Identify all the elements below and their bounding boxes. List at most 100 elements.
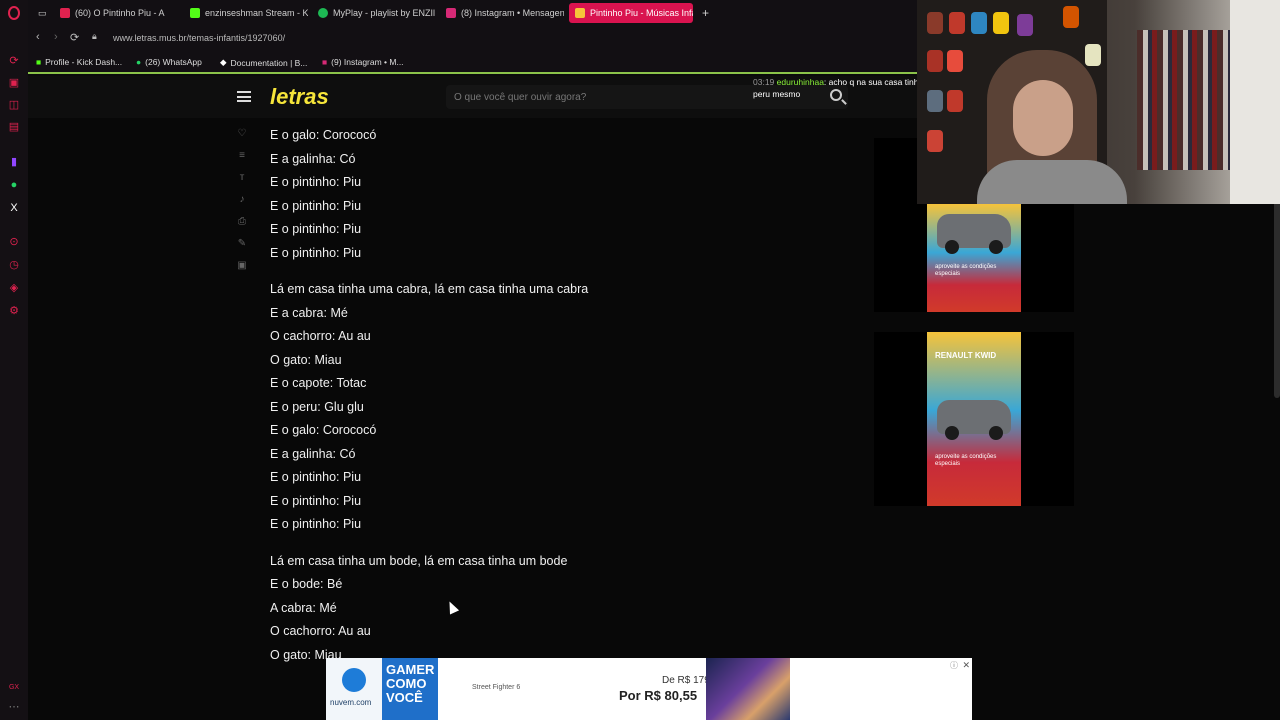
clothes-rack <box>1137 30 1237 170</box>
menu-icon[interactable] <box>237 91 251 102</box>
font-size-icon[interactable]: т <box>234 172 250 194</box>
ad-new-price: Por R$ 80,55 <box>619 688 698 703</box>
tab-instagram[interactable]: (8) Instagram • Mensagen <box>440 3 564 23</box>
car-image <box>937 214 1011 254</box>
instagram-icon <box>446 8 456 18</box>
gx-icon[interactable]: GX <box>7 680 21 694</box>
tab-label: enzinseshman Stream - K <box>205 8 308 18</box>
stanza-break <box>270 537 830 550</box>
lyric-line: E o pintinho: Piu <box>270 198 362 213</box>
cloud-icon <box>342 668 366 692</box>
lyric-line: A cabra: Mé <box>270 600 337 615</box>
bookmarks-bar: ■ Profile - Kick Dash... ● (26) WhatsApp ◆… <box>28 52 918 74</box>
kick-icon: ■ <box>36 57 42 67</box>
more-icon[interactable]: ⋯ <box>7 700 21 714</box>
gear-icon[interactable]: ⚙ <box>7 304 21 318</box>
x-icon[interactable]: X <box>7 201 21 215</box>
lyric-line: E o peru: Glu glu <box>270 399 364 414</box>
lyric-line: Lá em casa tinha um bode, lá em casa tin… <box>270 553 568 568</box>
address-bar: ‹ › ⟳ 🔒︎ www.letras.mus.br/temas-infanti… <box>28 26 918 52</box>
playlist-icon[interactable]: ≡ <box>234 150 250 172</box>
lyric-line: E o galo: Corococó <box>270 128 377 142</box>
tab-label: MyPlay - playlist by ENZIl <box>333 8 436 18</box>
guitar-icon[interactable]: ♪ <box>234 194 250 216</box>
ad-caption: aproveite as condições especiais <box>935 264 997 277</box>
tab-pintinho-youtube[interactable]: (60) O Pintinho Piu - A <box>54 3 178 23</box>
ad-caption: aproveite as condições especiais <box>935 454 997 467</box>
side-ad-2[interactable]: RENAULT KWID aproveite as condições espe… <box>874 332 1074 506</box>
box-icon[interactable]: ▤ <box>7 120 21 134</box>
lyric-line: E o pintinho: Piu <box>270 493 362 508</box>
forward-icon[interactable]: › <box>54 31 58 43</box>
whatsapp-icon: ● <box>136 57 142 67</box>
ad-logo-text: nuvem.com <box>330 698 372 707</box>
back-icon[interactable]: ‹ <box>36 31 40 43</box>
bookmark-label: Documentation | B... <box>230 57 308 68</box>
tab-letras[interactable]: Pintinho Piu - Músicas Infa <box>569 3 693 23</box>
tab-kick-stream[interactable]: enzinseshman Stream - K <box>184 3 308 23</box>
ad-brand: RENAULT KWID <box>935 351 997 360</box>
bookmark-documentation[interactable]: ◆ Documentation | B... <box>220 57 307 68</box>
bookmark-instagram[interactable]: ■ (9) Instagram • M... <box>322 57 404 67</box>
cube-icon[interactable]: ◈ <box>7 281 21 295</box>
tab-label: (60) O Pintinho Piu - A <box>75 8 165 18</box>
bag-icon[interactable]: ▣ <box>7 76 21 90</box>
stream-chat-overlay: 03:19 eduruhinhaa: acho q na sua casa ti… <box>753 77 938 99</box>
lyric-line: E o capote: Totac <box>270 376 367 390</box>
tab-label: Pintinho Piu - Músicas Infa <box>590 8 693 18</box>
lyric-line: E o bode: Bé <box>270 577 343 591</box>
ad-old-price: De R$ 179 <box>662 675 710 686</box>
lyric-line: E a galinha: Có <box>270 446 356 461</box>
print-icon[interactable]: ⎙ <box>234 216 250 238</box>
bookmark-kick[interactable]: ■ Profile - Kick Dash... <box>36 57 122 67</box>
webcam-overlay <box>917 0 1280 204</box>
lyric-line: E o pintinho: Piu <box>270 175 362 189</box>
ad-image: aproveite as condições especiais <box>927 204 1021 312</box>
lyric-line: E o pintinho: Piu <box>270 470 362 484</box>
tab-switcher-icon[interactable]: ▭ <box>32 3 46 23</box>
scrollbar[interactable] <box>1274 186 1280 398</box>
search-input[interactable]: O que você quer ouvir agora? <box>454 92 586 103</box>
tab-myplay[interactable]: MyPlay - playlist by ENZIl <box>312 3 436 23</box>
letras-logo[interactable]: letras <box>270 84 329 110</box>
bottom-banner-ad[interactable]: nuvem.com GAMER COMO VOCÊ Street Fighter… <box>326 658 972 720</box>
tab-bar: ▭ (60) O Pintinho Piu - A enzinseshman S… <box>28 0 918 26</box>
lyric-line: E o pintinho: Piu <box>270 245 362 260</box>
edit-icon[interactable]: ✎ <box>234 238 250 260</box>
letras-icon <box>575 8 585 18</box>
lyric-line: O cachorro: Au au <box>270 329 371 343</box>
bookmark-whatsapp[interactable]: ● (26) WhatsApp <box>136 57 202 67</box>
url-field[interactable]: www.letras.mus.br/temas-infantis/1927060… <box>113 33 285 43</box>
lyric-line: Lá em casa tinha uma cabra, lá em casa t… <box>270 282 589 296</box>
lock-icon: 🔒︎ <box>92 31 97 41</box>
refresh-icon[interactable]: ⟳ <box>7 54 21 68</box>
browser-sidebar: ⟳ ▣ ◫ ▤ ▮ ● X ⊙ ◷ ◈ ⚙ GX ⋯ <box>0 0 28 720</box>
ad-image: RENAULT KWID aproveite as condições espe… <box>927 332 1021 506</box>
streamer-face <box>1013 80 1073 156</box>
messenger-icon[interactable]: ◫ <box>7 98 21 112</box>
car-image <box>937 400 1011 440</box>
lyric-line: O cachorro: Au au <box>270 624 371 638</box>
stanza-break <box>270 265 830 278</box>
chat-time: 03:19 <box>753 77 775 87</box>
whatsapp-icon[interactable]: ● <box>7 178 21 192</box>
reload-icon[interactable]: ⟳ <box>70 31 79 44</box>
instagram-icon: ■ <box>322 57 328 67</box>
twitch-icon[interactable]: ▮ <box>7 155 21 169</box>
lyric-line: E o galo: Corococó <box>270 423 377 437</box>
lyrics-body: E o galo: Corococó E a galinha: Có E o pin… <box>270 124 830 667</box>
settings-icon[interactable]: ⊙ <box>7 235 21 249</box>
ad-info-icon[interactable]: ⓘ <box>950 660 958 671</box>
bookmark-label: Profile - Kick Dash... <box>45 57 123 67</box>
lyric-line: E o pintinho: Piu <box>270 222 362 236</box>
translate-icon[interactable]: ▣ <box>234 260 250 282</box>
lyric-line: O gato: Miau <box>270 352 342 367</box>
history-icon[interactable]: ◷ <box>7 258 21 272</box>
ad-headline: GAMER COMO VOCÊ <box>382 658 438 720</box>
lyric-line: E a galinha: Có <box>270 151 356 166</box>
heart-icon[interactable]: ♡ <box>234 128 250 150</box>
opera-logo-icon[interactable] <box>7 6 21 20</box>
ad-close-icon[interactable]: ✕ <box>962 660 970 671</box>
new-tab-button[interactable]: + <box>696 3 710 23</box>
bookmark-label: (26) WhatsApp <box>145 57 202 67</box>
